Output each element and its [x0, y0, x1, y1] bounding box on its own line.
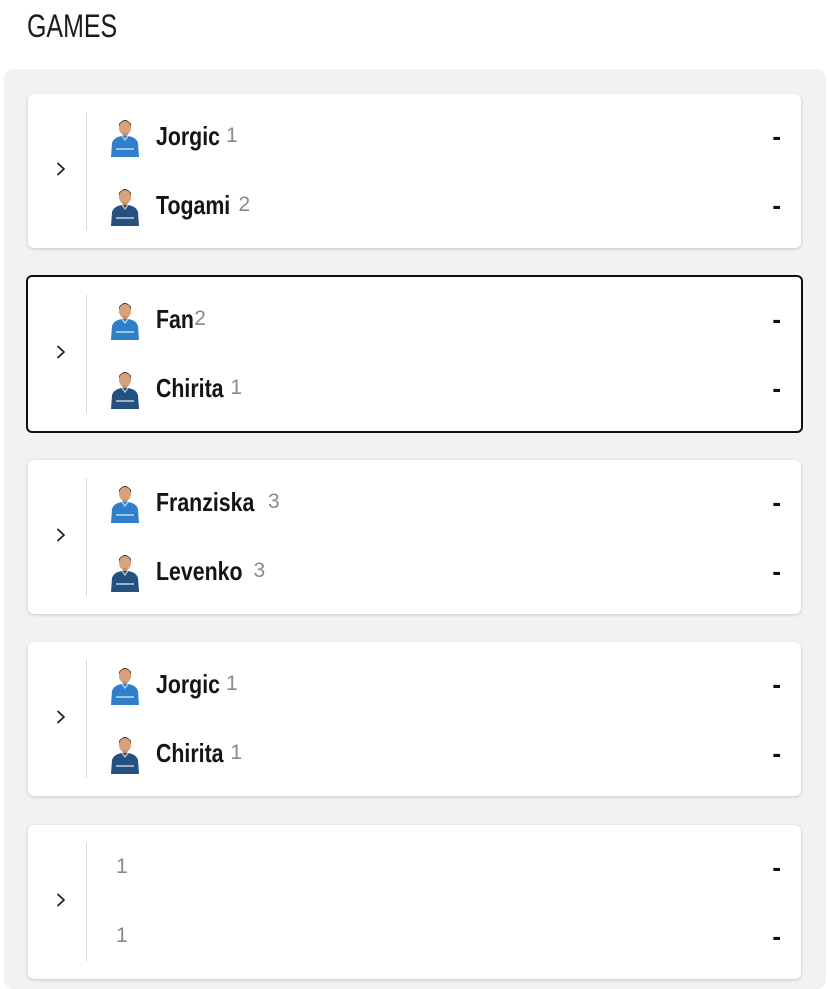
player-name-group: Jorgic 1 — [156, 121, 238, 152]
player-row: Togami 2 - — [106, 183, 781, 227]
player-seed: 2 — [238, 193, 251, 216]
player-row: Levenko 3 - — [106, 549, 781, 593]
player-row: Chirita 1 - — [106, 731, 781, 775]
game-card[interactable]: Jorgic 1 - Togami 2 - — [28, 94, 801, 248]
player-name-group: 1 — [106, 855, 128, 879]
player-seed: 3 — [267, 490, 280, 513]
player-score: - — [772, 303, 781, 334]
divider — [86, 660, 87, 778]
player-name: Chirita — [156, 372, 224, 403]
game-card[interactable]: Jorgic 1 - Chirita 1 - — [28, 642, 801, 796]
player-seed: 1 — [230, 376, 243, 399]
player-score: - — [772, 120, 781, 151]
player-score: - — [772, 486, 781, 517]
player-name-group: Togami 2 — [156, 190, 250, 221]
divider — [86, 478, 87, 596]
player-row: 1- — [106, 914, 781, 958]
player-name-group: 1 — [106, 924, 128, 948]
player-score: - — [772, 851, 781, 882]
player-name-group: Chirita 1 — [156, 738, 242, 769]
player-row: Jorgic 1 - — [106, 114, 781, 158]
game-card[interactable]: Franziska 3 - Levenko 3 - — [28, 460, 801, 614]
game-card[interactable]: Fan 2 - Chirita 1 - — [26, 275, 803, 433]
player-score: - — [772, 668, 781, 699]
player-score: - — [772, 189, 781, 220]
player-row: Chirita 1 - — [106, 366, 781, 410]
player-name-group: Levenko 3 — [156, 556, 265, 587]
player-avatar-icon — [106, 298, 144, 340]
player-name: Togami — [156, 189, 231, 220]
player-avatar-icon — [106, 481, 144, 523]
player-row: Fan 2 - — [106, 297, 781, 341]
player-score: - — [772, 555, 781, 586]
player-name: Jorgic — [156, 668, 220, 699]
player-row: 1- — [106, 845, 781, 889]
player-avatar-icon — [106, 663, 144, 705]
player-avatar-icon — [106, 115, 144, 157]
player-name-group: Franziska 3 — [156, 487, 280, 518]
player-name-group: Chirita 1 — [156, 373, 242, 404]
player-name: Levenko — [156, 555, 243, 586]
player-avatar-icon — [106, 367, 144, 409]
player-avatar-icon — [106, 550, 144, 592]
player-avatar-icon — [106, 732, 144, 774]
player-avatar-icon — [106, 184, 144, 226]
player-name: Fan — [156, 303, 194, 334]
player-seed: 1 — [230, 741, 243, 764]
player-seed: 1 — [226, 124, 238, 147]
player-seed: 1 — [226, 672, 238, 695]
page-title: GAMES — [27, 8, 118, 44]
player-seed: 1 — [116, 855, 128, 878]
divider — [86, 295, 87, 413]
player-seed: 3 — [253, 559, 266, 582]
game-card[interactable]: 1-1- — [28, 825, 801, 979]
player-name-group: Fan 2 — [156, 304, 206, 335]
player-seed: 2 — [194, 307, 206, 330]
player-name: Chirita — [156, 737, 224, 768]
divider — [86, 843, 87, 961]
player-row: Jorgic 1 - — [106, 662, 781, 706]
player-name: Franziska — [156, 486, 255, 517]
player-seed: 1 — [116, 924, 128, 947]
chevron-right-icon[interactable] — [50, 889, 72, 911]
player-score: - — [772, 920, 781, 951]
player-score: - — [772, 737, 781, 768]
divider — [86, 112, 87, 230]
chevron-right-icon[interactable] — [50, 524, 72, 546]
player-row: Franziska 3 - — [106, 480, 781, 524]
player-name-group: Jorgic 1 — [156, 669, 238, 700]
player-score: - — [772, 372, 781, 403]
chevron-right-icon[interactable] — [50, 706, 72, 728]
player-name: Jorgic — [156, 120, 220, 151]
chevron-right-icon[interactable] — [50, 158, 72, 180]
chevron-right-icon[interactable] — [50, 341, 72, 363]
